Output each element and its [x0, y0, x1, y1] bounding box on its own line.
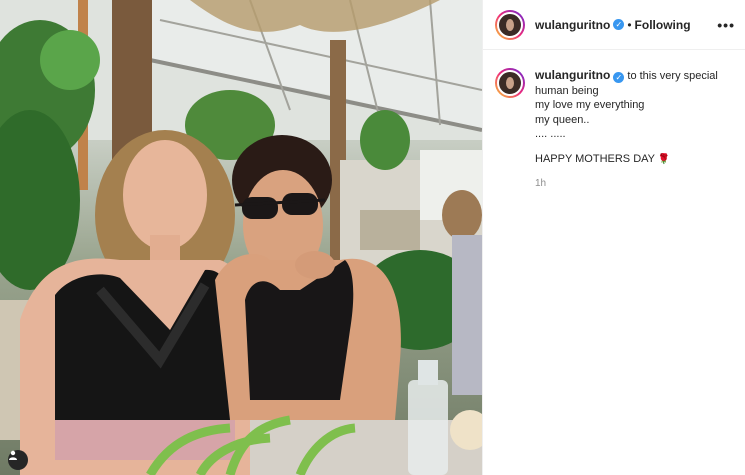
- caption-line-4: my queen..: [535, 113, 590, 126]
- post-header: wulanguritno ✓ • Following •••: [483, 0, 745, 50]
- post-side-panel: wulanguritno ✓ • Following ••• wulanguri…: [482, 0, 745, 475]
- caption-line-6: HAPPY MOTHERS DAY: [535, 152, 655, 165]
- caption-line-3: my love my everything: [535, 99, 645, 111]
- caption-line-2: human being: [535, 84, 599, 97]
- following-button[interactable]: Following: [635, 18, 691, 32]
- rose-emoji-icon: 🌹: [657, 153, 671, 165]
- verified-badge-icon: ✓: [613, 19, 625, 30]
- person-icon: [9, 450, 17, 460]
- photo-illustration: [0, 0, 482, 475]
- caption-username[interactable]: wulanguritno: [535, 68, 610, 82]
- header-username[interactable]: wulanguritno: [535, 18, 610, 32]
- tagged-users-icon[interactable]: [8, 450, 28, 470]
- avatar[interactable]: [495, 9, 525, 40]
- caption-line-1: to this very special: [627, 70, 718, 82]
- post-timestamp[interactable]: 1h: [535, 177, 718, 192]
- caption-verified-badge-icon: ✓: [613, 72, 625, 83]
- caption-text: wulanguritno ✓ to this very special human…: [535, 68, 718, 192]
- caption-block: wulanguritno ✓ to this very special human…: [483, 50, 745, 192]
- post-photo[interactable]: [0, 0, 482, 475]
- caption-line-5: .... .....: [535, 128, 566, 140]
- separator-dot: •: [627, 17, 632, 32]
- more-options-icon[interactable]: •••: [717, 17, 735, 33]
- caption-avatar[interactable]: [495, 68, 525, 98]
